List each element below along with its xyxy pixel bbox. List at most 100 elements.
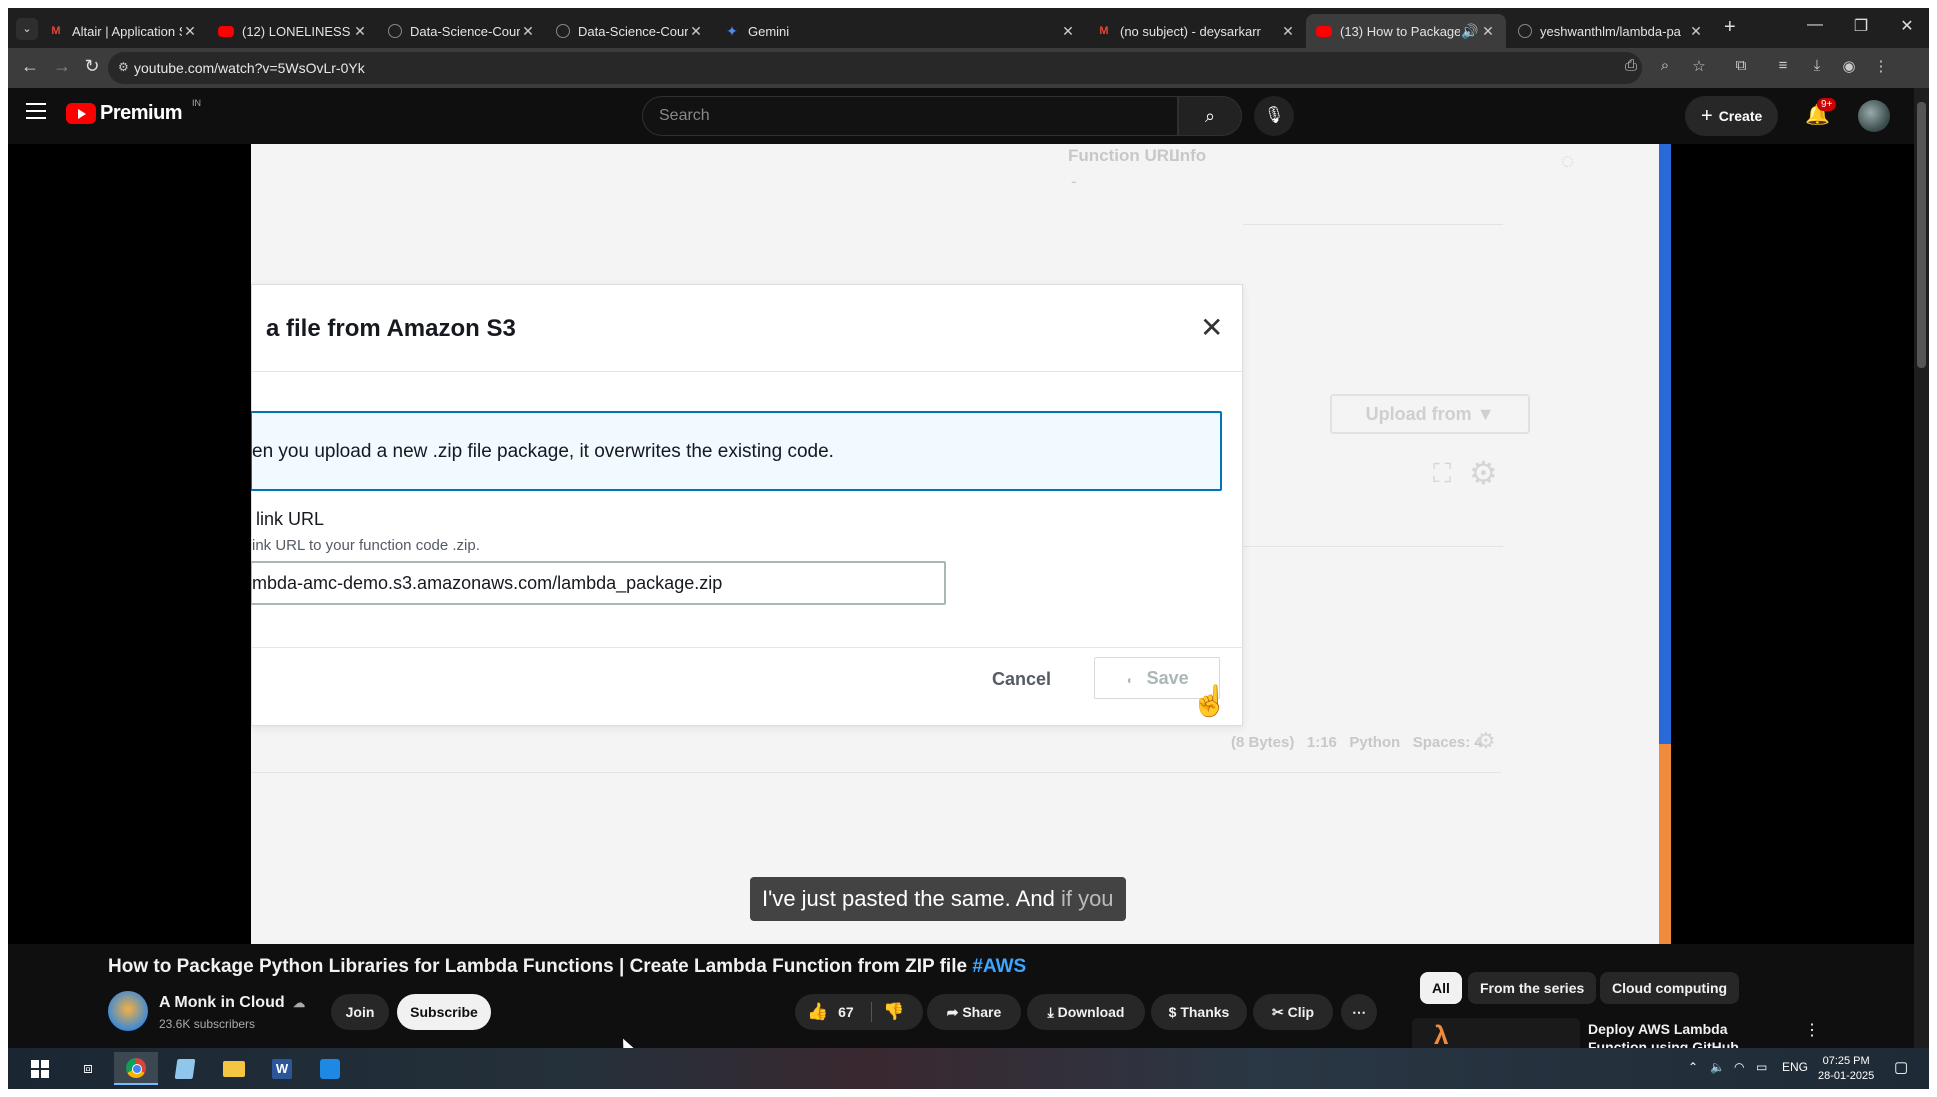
separator [871,1002,872,1022]
bg-divider [1243,224,1503,225]
notification-center-icon[interactable]: ▢ [1894,1058,1908,1076]
close-icon: ✕ [1200,312,1224,343]
search-input[interactable] [659,107,1139,125]
download-button[interactable]: ⤓ Download [1027,994,1145,1030]
dialog-divider [252,647,1244,648]
volume-icon[interactable]: 🔈 [1710,1060,1725,1074]
browser-tab[interactable]: ✦ Gemini ✕ [714,14,1086,48]
tab-title: (12) LONELINESS // OBITO [242,23,352,39]
share-icon: ➦ [946,1004,959,1020]
battery-icon[interactable]: ▭ [1756,1060,1767,1074]
hamburger-menu-icon[interactable] [26,103,46,124]
close-icon[interactable]: ✕ [688,23,704,40]
browser-tab[interactable]: Data-Science-Course/topi ✕ [378,14,546,48]
browser-menu-icon[interactable]: ⋮ [1870,57,1892,75]
thanks-button[interactable]: $ Thanks [1151,994,1247,1030]
channel-name[interactable]: A Monk in Cloud ☁ [159,994,305,1012]
downloads-icon[interactable]: ⤓ [1806,57,1828,74]
microphone-icon[interactable]: 🎙 [1254,96,1294,136]
close-icon[interactable]: ✕ [1688,23,1704,40]
spinner-icon: ◖ [1125,673,1133,687]
system-clock[interactable]: 07:25 PM 28-01-2025 [1818,1054,1874,1084]
channel-name-text[interactable]: A Monk in Cloud [159,994,285,1011]
chip-from-the-series[interactable]: From the series [1468,972,1597,1004]
hashtag-link[interactable]: #AWS [972,956,1026,977]
search-icon[interactable]: ⌕ [1178,96,1242,136]
search-box[interactable] [642,96,1178,136]
reload-icon[interactable]: ↻ [80,56,104,77]
browser-tab[interactable]: yeshwanthlm/lambda-pa ✕ [1508,14,1714,48]
taskbar-word[interactable]: W [260,1052,304,1085]
forward-icon[interactable]: → [50,56,74,77]
taskbar-app[interactable] [308,1052,352,1085]
aws-lambda-icon: λ [1434,1020,1449,1048]
profile-icon[interactable]: ◉ [1838,57,1860,75]
tab-title: Data-Science-Course/topi [410,23,520,39]
recommendation-menu-icon[interactable]: ⋮ [1804,1020,1820,1040]
window-close-icon[interactable]: ✕ [1892,16,1922,36]
wifi-icon[interactable]: ◠ [1734,1060,1744,1074]
browser-tab[interactable]: (12) LONELINESS // OBITO ✕ [208,14,378,48]
dislike-button[interactable]: 👎 [883,994,904,1030]
tab-title: (13) How to Package [1340,23,1460,39]
taskbar-notes[interactable] [163,1052,207,1085]
recommendation-title[interactable]: Deploy AWS Lambda Function using GitHub … [1588,1020,1788,1048]
gemini-icon: ✦ [726,22,738,39]
close-icon[interactable]: ✕ [1280,23,1296,40]
video-edge-blue [1659,144,1671,744]
install-app-icon[interactable]: ⎙ [1620,57,1642,74]
browser-tab[interactable]: M Altair | Application Status ✕ [38,14,208,48]
more-actions-icon[interactable]: ⋯ [1341,994,1377,1030]
back-icon[interactable]: ← [18,56,42,77]
language-indicator[interactable]: ENG [1782,1060,1808,1074]
subscribe-button[interactable]: Subscribe [397,994,491,1030]
tray-overflow-icon[interactable]: ⌃ [1688,1060,1698,1074]
channel-avatar[interactable] [108,991,148,1031]
create-button[interactable]: + Create [1685,96,1779,136]
extensions-icon[interactable]: ⧉ [1730,57,1752,74]
url-text[interactable]: youtube.com/watch?v=5WsOvLr-0Yk [134,60,365,76]
task-view-icon[interactable]: ⧈ [66,1052,110,1085]
verified-icon: ☁ [293,996,306,1010]
close-icon[interactable]: ✕ [520,23,536,40]
share-button[interactable]: ➦ Share [927,994,1021,1030]
address-bar[interactable]: ⚙ youtube.com/watch?v=5WsOvLr-0Yk [108,52,1642,84]
speaker-icon[interactable]: 🔊 [1460,23,1480,40]
s3-link-description: ink URL to your function code .zip. [252,537,480,554]
close-icon[interactable]: ✕ [1060,23,1076,40]
s3-url-value: mbda-amc-demo.s3.amazonaws.com/lambda_pa… [252,573,723,593]
like-count: 67 [838,1004,854,1020]
video-edge-orange [1659,744,1671,944]
site-info-icon[interactable]: ⚙ [118,60,129,74]
account-avatar[interactable] [1858,100,1890,132]
recommendation-thumbnail[interactable]: λ [1412,1018,1580,1048]
browser-tab[interactable]: Data-Science-Course/pre ✕ [546,14,714,48]
clip-button[interactable]: ✂ Clip [1253,994,1333,1030]
taskbar-file-explorer[interactable] [212,1052,256,1085]
join-button[interactable]: Join [331,994,389,1030]
new-tab-button[interactable]: + [1724,16,1736,39]
taskbar-chrome[interactable] [114,1052,158,1085]
bookmark-star-icon[interactable]: ☆ [1688,57,1710,75]
zoom-icon[interactable]: ⌕ [1654,57,1676,74]
video-player[interactable]: Function URL Info - ◌ Upload from ▼ ⛶ ⚙ … [8,144,1914,944]
chip-all[interactable]: All [1420,972,1462,1004]
close-icon[interactable]: ✕ [352,23,368,40]
video-frame[interactable]: Function URL Info - ◌ Upload from ▼ ⛶ ⚙ … [251,144,1671,944]
like-button[interactable]: 👍 67 [807,1002,854,1021]
close-icon[interactable]: ✕ [1480,23,1496,40]
close-icon[interactable]: ✕ [182,23,198,40]
scrollbar-thumb[interactable] [1917,102,1926,368]
minimize-icon[interactable]: — [1800,16,1830,34]
restore-icon[interactable]: ❐ [1846,16,1876,36]
browser-tab-active[interactable]: (13) How to Package 🔊 ✕ [1306,14,1506,48]
chip-cloud-computing[interactable]: Cloud computing [1600,972,1740,1004]
tab-search-icon[interactable]: ⌄ [16,18,38,40]
media-control-icon[interactable]: ≡ [1772,57,1794,74]
download-icon: ⤓ [1047,1004,1054,1020]
youtube-premium-logo[interactable]: Premium IN [66,98,201,125]
page-scrollbar[interactable] [1914,88,1929,1048]
notifications-bell-icon[interactable]: 🔔 9+ [1805,98,1837,127]
browser-tab[interactable]: M (no subject) - deysarkarr ✕ [1086,14,1306,48]
start-button[interactable] [18,1052,62,1085]
